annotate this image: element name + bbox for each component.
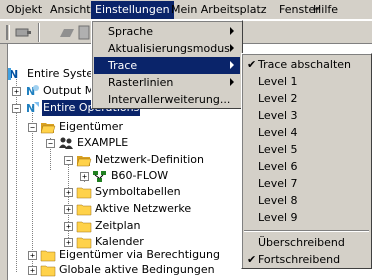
check-icon: ✔ [247, 58, 257, 71]
menu-item-label: Level 3 [258, 109, 298, 122]
collapse-icon[interactable]: − [28, 123, 37, 132]
menu-item-label: Trace abschalten [258, 58, 352, 71]
menu-item-level-6[interactable]: Level 6 [244, 158, 369, 175]
submenu-arrow-icon [230, 44, 234, 52]
open-icon[interactable] [58, 24, 76, 41]
check-icon: ✔ [247, 253, 257, 266]
menu-item-label: Level 6 [258, 160, 298, 173]
users-icon [58, 136, 74, 150]
tree-node-label: Netzwerk-Definition [95, 153, 204, 166]
open-folder-icon [40, 120, 56, 134]
submenu-arrow-icon [230, 27, 234, 35]
expand-icon[interactable]: + [80, 172, 89, 181]
tree-node-label: Globale aktive Bedingungen [59, 263, 215, 276]
menu-hilfe[interactable]: Hilfe [309, 1, 342, 19]
tree-node-label: Eigentümer via Berechtigung [59, 248, 220, 261]
menu-item-label: Level 7 [258, 177, 298, 190]
tree-guide [68, 156, 69, 246]
menu-einstellungen[interactable]: Einstellungen [91, 1, 174, 19]
expand-icon[interactable]: + [28, 266, 37, 275]
tree-node-label: Zeitplan [95, 219, 141, 232]
collapse-icon[interactable]: − [64, 156, 73, 165]
tree-node-label: Eigentümer [59, 120, 124, 133]
tree-node-label: Output M [43, 84, 95, 97]
menu-item-fortschreibend[interactable]: ✔ Fortschreibend [244, 251, 369, 268]
menu-item-label: Level 1 [258, 75, 298, 88]
menu-item-label: Level 2 [258, 92, 298, 105]
menu-item-label: Level 9 [258, 211, 298, 224]
tree-guide [16, 72, 17, 272]
menu-item-label: Level 5 [258, 143, 298, 156]
menu-item-label: Trace [108, 59, 138, 72]
tree-node-label: B60-FLOW [111, 169, 169, 182]
menu-item-label: Sprache [108, 25, 154, 38]
menu-item-sprache[interactable]: Sprache [94, 23, 240, 40]
open-folder-icon [76, 153, 92, 167]
menu-item-level-3[interactable]: Level 3 [244, 107, 369, 124]
menu-separator [244, 230, 369, 232]
menu-objekt[interactable]: Objekt [2, 1, 46, 19]
left-panel-edge [0, 44, 8, 280]
collapse-icon[interactable]: − [12, 104, 21, 113]
folder-icon [76, 185, 92, 199]
menu-item-label: Intervallerweiterung... [108, 93, 231, 106]
system-icon: N [8, 67, 24, 81]
menu-item-label: Überschreibend [258, 236, 345, 249]
menu-item-trace-abschalten[interactable]: ✔ Trace abschalten [244, 56, 369, 73]
folder-icon [40, 263, 56, 277]
operations-icon: N [24, 101, 40, 115]
output-icon: N [24, 84, 40, 98]
menu-item-level-9[interactable]: Level 9 [244, 209, 369, 226]
folder-icon [76, 202, 92, 216]
menu-mein-arbeitsplatz[interactable]: Mein Arbeitsplatz [167, 1, 271, 19]
tree-node-label: Aktive Netzwerke [95, 202, 192, 215]
expand-icon[interactable]: + [64, 205, 73, 214]
menu-item-label: Rasterlinien [108, 76, 174, 89]
menu-item-level-2[interactable]: Level 2 [244, 90, 369, 107]
menu-item-level-5[interactable]: Level 5 [244, 141, 369, 158]
menu-item-aktualisierungsmodus[interactable]: Aktualisierungsmodus [94, 40, 240, 57]
menu-item-level-7[interactable]: Level 7 [244, 175, 369, 192]
menu-item-level-4[interactable]: Level 4 [244, 124, 369, 141]
network-icon [92, 169, 108, 183]
menu-item-label: Aktualisierungsmodus [108, 42, 230, 55]
menu-bar: Objekt Ansicht Einstellungen Mein Arbeit… [0, 0, 372, 20]
folder-icon [76, 219, 92, 233]
toolbar-separator [38, 23, 40, 42]
expand-icon[interactable]: + [64, 222, 73, 231]
submenu-arrow-icon [230, 61, 234, 69]
menu-item-trace[interactable]: Trace [94, 57, 240, 74]
menu-item-rasterlinien[interactable]: Rasterlinien [94, 74, 240, 91]
menu-item-level-8[interactable]: Level 8 [244, 192, 369, 209]
menu-item-label: Level 8 [258, 194, 298, 207]
menu-item-ueberschreibend[interactable]: Überschreibend [244, 234, 369, 251]
expand-icon[interactable]: + [28, 251, 37, 260]
expand-icon[interactable]: + [12, 87, 21, 96]
expand-icon[interactable]: + [64, 238, 73, 247]
menu-item-intervallerweiterung[interactable]: Intervallerweiterung... [94, 91, 240, 108]
trace-submenu: ✔ Trace abschalten Level 1 Level 2 Level… [241, 53, 372, 269]
connect-icon[interactable] [14, 24, 32, 41]
svg-text:N: N [26, 102, 35, 115]
submenu-arrow-icon [230, 78, 234, 86]
tree-node-label: EXAMPLE [77, 136, 129, 149]
menu-item-label: Level 4 [258, 126, 298, 139]
einstellungen-menu: Sprache Aktualisierungsmodus Trace Raste… [91, 20, 243, 109]
menu-item-label: Fortschreibend [258, 253, 341, 266]
menu-ansicht[interactable]: Ansicht [46, 1, 95, 19]
menu-item-level-1[interactable]: Level 1 [244, 73, 369, 90]
collapse-icon[interactable]: − [46, 139, 55, 148]
expand-icon[interactable]: + [64, 188, 73, 197]
tree-node-label: Symboltabellen [95, 185, 181, 198]
folder-icon [40, 248, 56, 262]
